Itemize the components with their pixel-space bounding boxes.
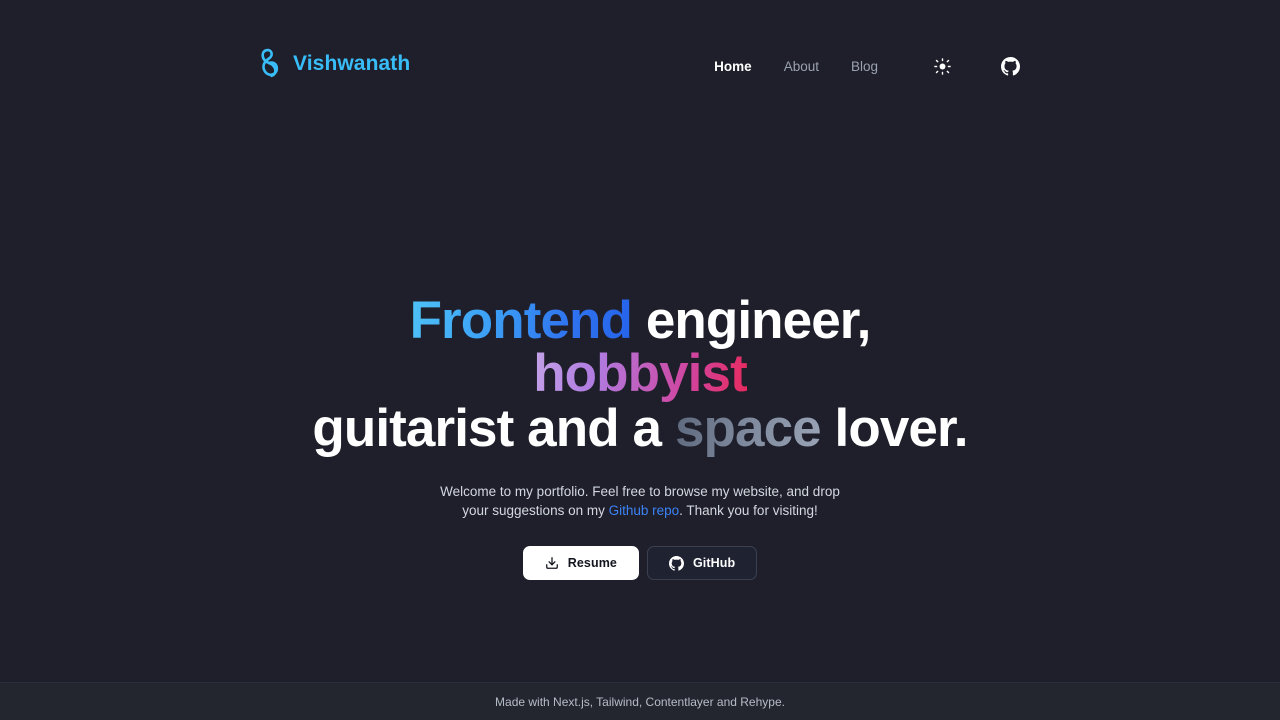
hero-description-after-link: . Thank you for visiting! — [679, 503, 818, 519]
hero-section: Frontend engineer, hobbyist guitarist an… — [190, 294, 1090, 581]
page-title-line-2: guitarist and a space lover. — [300, 402, 980, 455]
page-title: Frontend engineer, hobbyist guitarist an… — [300, 294, 980, 455]
sun-icon[interactable] — [922, 54, 963, 79]
resume-button-label: Resume — [567, 556, 617, 571]
brand-name: Vishwanath — [293, 51, 411, 75]
footer-credit-text: Made with Next.js, Tailwind, Contentlaye… — [495, 694, 785, 709]
main-content: Frontend engineer, hobbyist guitarist an… — [0, 136, 1280, 682]
portfolio-landing-page: Vishwanath Home About Blog Frontend engi… — [0, 0, 1280, 720]
github-icon[interactable] — [989, 53, 1032, 80]
title-word-hobbyist: hobbyist — [533, 344, 748, 403]
title-text-engineer: engineer, — [632, 291, 872, 350]
github-button[interactable]: GitHub — [646, 546, 758, 581]
hero-actions: Resume GitHub — [190, 546, 1090, 581]
title-word-frontend: Frontend — [409, 291, 633, 350]
nav-item-blog[interactable]: Blog — [835, 56, 894, 78]
brand-home-link[interactable]: Vishwanath — [256, 48, 410, 78]
site-footer: Made with Next.js, Tailwind, Contentlaye… — [0, 682, 1280, 720]
title-text-lover: lover. — [820, 399, 969, 458]
title-text-guitarist: guitarist and a — [312, 399, 675, 458]
nav-item-home[interactable]: Home — [698, 56, 768, 78]
page-title-line-1: Frontend engineer, hobbyist — [300, 294, 980, 400]
site-header: Vishwanath Home About Blog — [0, 0, 1280, 136]
hero-description: Welcome to my portfolio. Feel free to br… — [426, 482, 854, 520]
github-icon — [668, 555, 684, 571]
infinity-knot-logo-icon — [256, 48, 282, 78]
download-icon — [545, 556, 559, 570]
nav-item-about[interactable]: About — [768, 56, 835, 78]
github-repo-link[interactable]: Github repo — [609, 503, 680, 518]
resume-button[interactable]: Resume — [522, 546, 639, 581]
title-word-space: space — [674, 399, 822, 458]
github-button-label: GitHub — [692, 556, 736, 571]
primary-navigation: Home About Blog — [698, 48, 1032, 80]
